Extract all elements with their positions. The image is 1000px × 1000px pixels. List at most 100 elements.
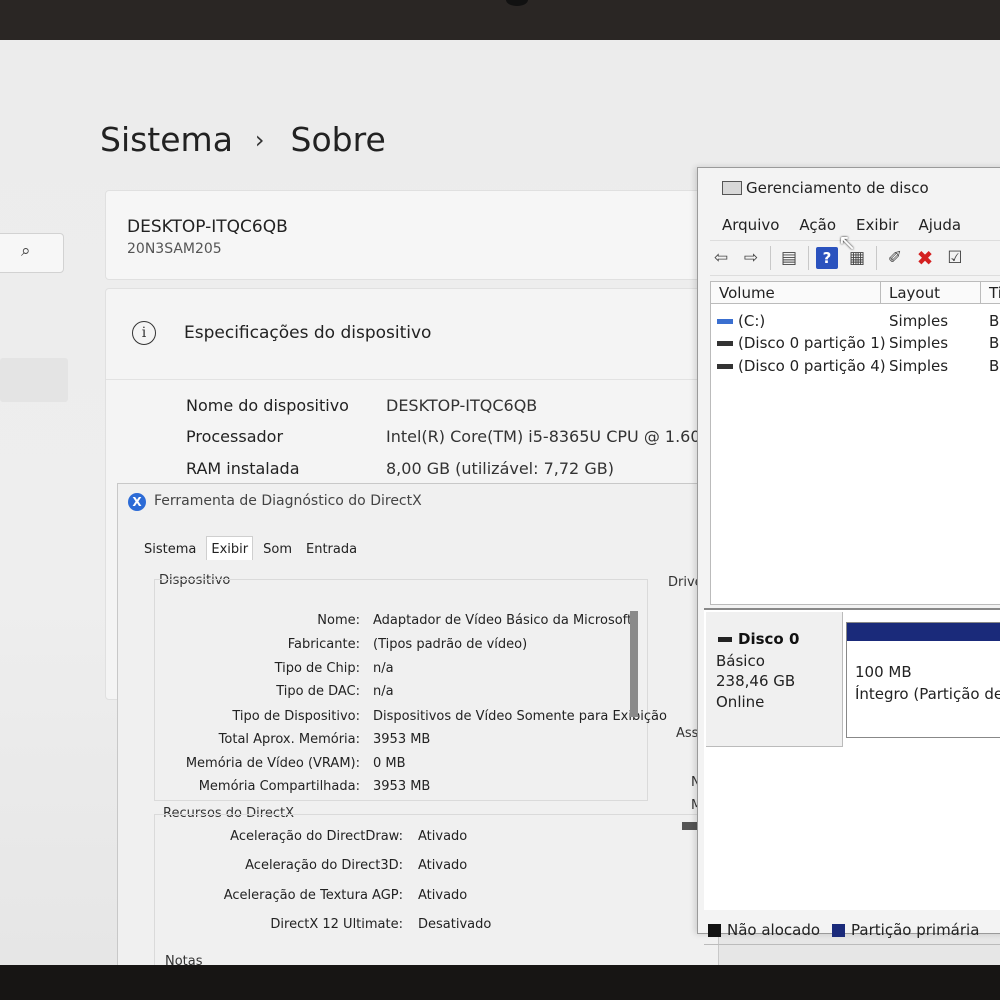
checklist-icon[interactable]: ☑ xyxy=(944,247,966,269)
back-arrow-icon[interactable]: ⇦ xyxy=(710,247,732,269)
menu-arquivo[interactable]: Arquivo xyxy=(722,216,779,234)
legend-swatch-unallocated xyxy=(708,923,721,937)
resource-row-value: Ativado xyxy=(418,829,468,844)
device-row-value: 3953 MB xyxy=(373,779,431,794)
menu-acao[interactable]: Ação xyxy=(799,216,836,234)
tab-som[interactable]: Som xyxy=(259,539,296,560)
info-icon: i xyxy=(132,321,156,345)
table-row[interactable]: (C:) xyxy=(717,312,765,330)
spec-value-device-name: DESKTOP-ITQC6QB xyxy=(386,396,538,415)
legend: Não alocado Partição primária xyxy=(708,921,979,939)
volume-icon xyxy=(717,319,733,324)
disk-name-text: Disco 0 xyxy=(738,630,800,648)
device-row-value: n/a xyxy=(373,661,394,676)
toolbar-separator xyxy=(876,246,877,270)
window-title: Ferramenta de Diagnóstico do DirectX xyxy=(154,493,422,509)
resource-row-value: Ativado xyxy=(418,888,468,903)
toolbar-separator xyxy=(770,246,771,270)
volume-layout: Simples xyxy=(889,357,949,375)
column-header-type[interactable]: Ti xyxy=(981,282,1000,304)
scrollbar-thumb[interactable] xyxy=(630,611,638,717)
menu-exibir[interactable]: Exibir xyxy=(856,216,898,234)
directx-icon: X xyxy=(128,493,146,511)
breadcrumb: Sistema › Sobre xyxy=(100,120,386,159)
table-row[interactable]: (Disco 0 partição 1) xyxy=(717,334,886,352)
device-specs-title: Especificações do dispositivo xyxy=(184,323,432,343)
legend-label-primary: Partição primária xyxy=(851,921,980,939)
device-card: DESKTOP-ITQC6QB 20N3SAM205 xyxy=(105,190,727,280)
device-name: DESKTOP-ITQC6QB xyxy=(127,217,288,237)
help-icon[interactable]: ? xyxy=(816,247,838,269)
toolbar-separator xyxy=(808,246,809,270)
device-row-label: Tipo de DAC: xyxy=(276,684,360,699)
volume-name: (C:) xyxy=(738,312,766,330)
partition-size: 100 MB xyxy=(855,663,912,681)
volume-type: Ba xyxy=(989,357,1000,375)
monitor-bezel-top xyxy=(0,0,1000,40)
device-row-value: n/a xyxy=(373,684,394,699)
window-title: Gerenciamento de disco xyxy=(746,179,929,197)
volume-list: Volume Layout Ti (C:) Simples Ba (Disco … xyxy=(710,281,1000,605)
resource-row-value: Desativado xyxy=(418,917,492,932)
webcam xyxy=(506,0,528,6)
device-row-value: 0 MB xyxy=(373,756,406,771)
legend-swatch-primary xyxy=(832,923,846,937)
device-row-value: Adaptador de Vídeo Básico da Microsoft xyxy=(373,613,633,628)
menu-ajuda[interactable]: Ajuda xyxy=(918,216,961,234)
chevron-right-icon: › xyxy=(254,125,265,154)
volume-icon xyxy=(717,364,733,369)
disk-management-icon xyxy=(722,181,742,195)
table-row[interactable]: (Disco 0 partição 4) xyxy=(717,357,886,375)
device-row-value: (Tipos padrão de vídeo) xyxy=(373,637,528,652)
console-tree-icon[interactable]: ▤ xyxy=(778,247,800,269)
tab-entrada[interactable]: Entrada xyxy=(302,539,361,560)
device-info-box: Nome: Adaptador de Vídeo Básico da Micro… xyxy=(154,579,667,801)
monitor-bezel-bottom xyxy=(0,965,1000,1000)
status-bar xyxy=(704,944,1000,965)
search-input[interactable]: ⌕ xyxy=(0,233,64,273)
device-row-label: Tipo de Chip: xyxy=(274,661,360,676)
device-row-label: Total Aprox. Memória: xyxy=(218,732,360,747)
column-header-volume[interactable]: Volume xyxy=(711,282,881,304)
device-row-label: Tipo de Dispositivo: xyxy=(232,709,360,724)
disk-name: Disco 0 xyxy=(718,630,799,648)
spec-label-device-name: Nome do dispositivo xyxy=(186,396,349,415)
device-row-value: 3953 MB xyxy=(373,732,431,747)
device-row-label: Memória de Vídeo (VRAM): xyxy=(185,756,360,771)
disk-management-window: Gerenciamento de disco Arquivo Ação Exib… xyxy=(697,167,1000,945)
search-icon[interactable]: ⌕ xyxy=(21,241,31,261)
spec-value-ram: 8,00 GB (utilizável: 7,72 GB) xyxy=(386,459,614,478)
device-specs-header[interactable]: i Especificações do dispositivo xyxy=(106,289,726,380)
partition-status: Íntegro (Partição de xyxy=(855,685,1000,703)
resource-row-label: Aceleração de Textura AGP: xyxy=(223,888,403,903)
volume-type: Ba xyxy=(989,312,1000,330)
sidebar-item-selected[interactable] xyxy=(0,358,68,402)
volume-name: (Disco 0 partição 1) xyxy=(738,334,886,352)
disk-map: Disco 0 Básico 238,46 GB Online 100 MB Í… xyxy=(704,608,1000,910)
connect-drive-icon[interactable]: ✐ xyxy=(884,247,906,269)
spec-label-processor: Processador xyxy=(186,427,284,446)
device-model: 20N3SAM205 xyxy=(127,241,222,257)
tab-bar: Sistema Exibir Som Entrada xyxy=(140,536,367,560)
resource-row-label: Aceleração do DirectDraw: xyxy=(230,829,403,844)
tab-exibir[interactable]: Exibir xyxy=(206,536,254,560)
device-row-label: Memória Compartilhada: xyxy=(198,779,360,794)
spec-label-ram: RAM instalada xyxy=(186,459,300,478)
tab-sistema[interactable]: Sistema xyxy=(140,539,200,560)
resource-row-label: DirectX 12 Ultimate: xyxy=(270,917,403,932)
delete-icon[interactable]: ✖ xyxy=(914,247,936,269)
volume-layout: Simples xyxy=(889,334,949,352)
device-row-label: Nome: xyxy=(317,613,360,628)
volume-type: Ba xyxy=(989,334,1000,352)
directx-resources-box: Aceleração do DirectDraw: Ativado Aceler… xyxy=(154,814,715,965)
mouse-cursor-icon: ↖ xyxy=(838,231,857,256)
forward-arrow-icon[interactable]: ⇨ xyxy=(740,247,762,269)
column-header-layout[interactable]: Layout xyxy=(881,282,981,304)
disk-label-box[interactable]: Disco 0 Básico 238,46 GB Online xyxy=(706,612,843,747)
volume-name: (Disco 0 partição 4) xyxy=(738,357,886,375)
partition-block[interactable]: 100 MB Íntegro (Partição de xyxy=(846,622,1000,738)
resource-row-value: Ativado xyxy=(418,858,468,873)
notes-group-label: Notas xyxy=(165,954,203,965)
disk-type: Básico xyxy=(716,652,765,670)
breadcrumb-parent[interactable]: Sistema xyxy=(100,120,233,159)
